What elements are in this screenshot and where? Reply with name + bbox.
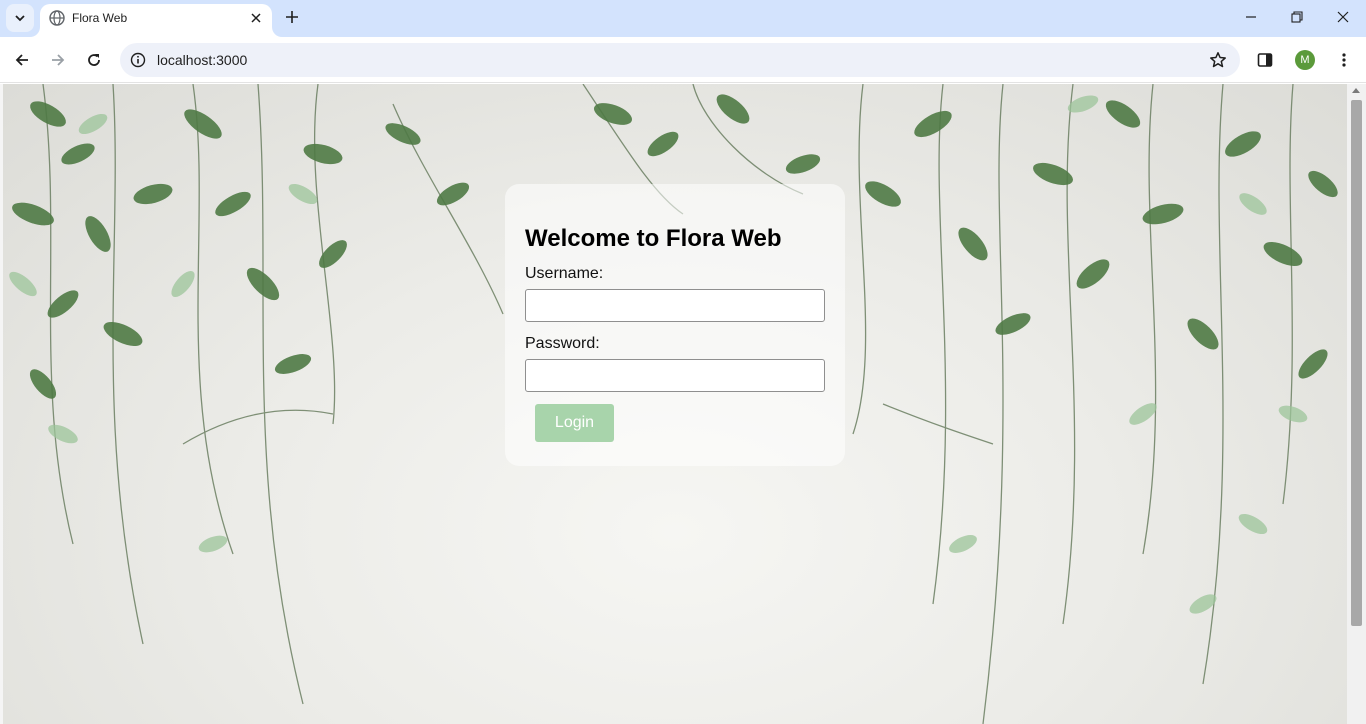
star-icon [1210, 52, 1226, 68]
password-input[interactable] [525, 359, 825, 392]
tab-close-button[interactable] [247, 9, 265, 27]
username-label: Username: [525, 265, 604, 282]
arrow-left-icon [15, 54, 28, 66]
scroll-up-arrow-icon[interactable] [1352, 88, 1360, 93]
reload-icon [88, 54, 100, 66]
tab-strip: Flora Web [0, 0, 1366, 37]
browser-tab[interactable]: Flora Web [40, 4, 272, 37]
profile-avatar[interactable]: M [1295, 50, 1315, 70]
login-button[interactable]: Login [535, 404, 614, 442]
minimize-icon [1246, 16, 1256, 18]
info-icon [130, 52, 146, 68]
url-text[interactable]: localhost:3000 [157, 52, 247, 68]
close-icon [1337, 11, 1349, 23]
scrollbar-thumb[interactable] [1351, 100, 1362, 626]
address-bar[interactable]: localhost:3000 [120, 43, 1240, 77]
forward-button[interactable] [44, 46, 72, 74]
browser-menu-button[interactable] [1330, 46, 1358, 74]
login-title: Welcome to Flora Web [525, 225, 782, 252]
new-tab-button[interactable] [280, 5, 304, 29]
more-vertical-icon [1342, 53, 1346, 67]
tab-title: Flora Web [72, 11, 128, 25]
back-button[interactable] [8, 46, 36, 74]
page-viewport: Welcome to Flora Web Username: Password:… [0, 84, 1366, 724]
restore-button[interactable] [1274, 0, 1320, 34]
reload-button[interactable] [80, 46, 108, 74]
restore-icon [1291, 11, 1303, 23]
close-icon [251, 13, 261, 23]
minimize-button[interactable] [1228, 0, 1274, 34]
side-panel-button[interactable] [1251, 46, 1279, 74]
side-panel-icon [1257, 53, 1273, 67]
bookmark-button[interactable] [1208, 50, 1228, 70]
browser-toolbar: localhost:3000 M [0, 37, 1366, 83]
arrow-right-icon [52, 54, 65, 66]
close-window-button[interactable] [1320, 0, 1366, 34]
globe-icon [49, 10, 65, 26]
username-input[interactable] [525, 289, 825, 322]
site-info-button[interactable] [128, 50, 148, 70]
vertical-scrollbar[interactable] [1347, 84, 1366, 724]
chevron-down-icon [15, 15, 25, 22]
plus-icon [286, 11, 298, 23]
login-card: Welcome to Flora Web Username: Password:… [505, 184, 845, 466]
password-label: Password: [525, 335, 600, 352]
